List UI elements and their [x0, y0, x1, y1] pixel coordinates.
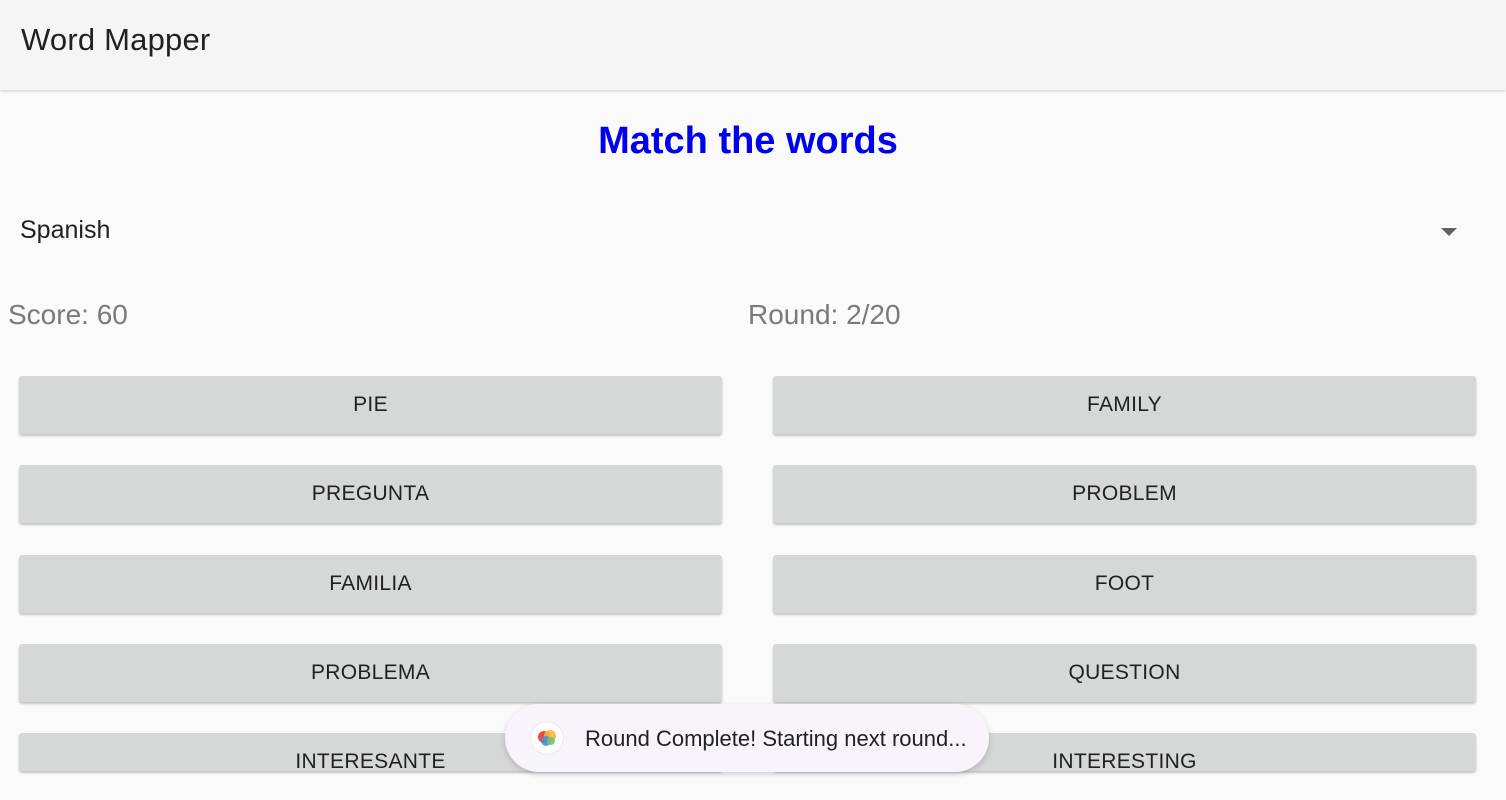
toast-text: Round Complete! Starting next round...	[585, 726, 967, 751]
left-word-button-2[interactable]: PREGUNTA	[19, 465, 722, 523]
right-word-button-2[interactable]: PROBLEM	[773, 465, 1476, 523]
left-word-button-3[interactable]: FAMILIA	[19, 555, 722, 613]
right-word-button-5-label: INTERESTING	[1052, 750, 1197, 773]
right-word-button-4[interactable]: QUESTION	[773, 644, 1476, 702]
left-word-button-5-label: INTERESANTE	[295, 750, 446, 773]
left-word-button-1[interactable]: PIE	[19, 376, 722, 434]
app-title: Word Mapper	[21, 22, 211, 57]
dropdown-caret-icon	[1441, 228, 1457, 236]
language-select-value: Spanish	[20, 216, 111, 244]
right-word-button-1[interactable]: FAMILY	[773, 376, 1476, 434]
left-word-button-4[interactable]: PROBLEMA	[19, 644, 722, 702]
page-heading: Match the words	[598, 120, 898, 162]
right-word-button-3[interactable]: FOOT	[773, 555, 1476, 613]
toast-message: Round Complete! Starting next round...	[505, 704, 989, 772]
round-text: Round: 2/20	[748, 299, 901, 330]
app-logo-icon	[531, 722, 563, 754]
score-text: Score: 60	[8, 299, 128, 330]
app-bar: Word Mapper	[0, 0, 1506, 90]
language-select[interactable]: Spanish	[0, 200, 1475, 264]
